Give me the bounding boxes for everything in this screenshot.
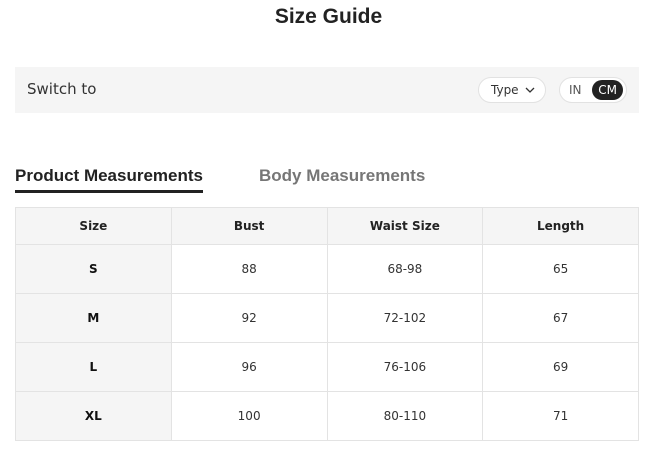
chevron-down-icon: [525, 87, 535, 93]
bust-cell: 92: [170, 293, 328, 343]
tab-body-measurements[interactable]: Body Measurements: [259, 166, 425, 186]
table-row: XL 100 80-110 71: [15, 391, 639, 441]
table-row: L 96 76-106 69: [15, 342, 639, 392]
switch-to-label: Switch to: [27, 80, 97, 98]
length-cell: 71: [482, 391, 639, 441]
table-row: S 88 68-98 65: [15, 244, 639, 294]
bust-cell: 96: [170, 342, 328, 392]
size-table: Size Bust Waist Size Length S 88 68-98 6…: [15, 207, 639, 441]
length-cell: 65: [482, 244, 639, 294]
size-cell: S: [15, 244, 172, 294]
header-bust: Bust: [170, 207, 328, 245]
waist-cell: 72-102: [326, 293, 484, 343]
header-size: Size: [15, 207, 172, 245]
size-cell: M: [15, 293, 172, 343]
size-guide-page: Size Guide Switch to Type IN CM Product …: [0, 0, 657, 453]
table-header-row: Size Bust Waist Size Length: [15, 207, 639, 245]
bust-cell: 88: [170, 244, 328, 294]
waist-cell: 80-110: [326, 391, 484, 441]
waist-cell: 68-98: [326, 244, 484, 294]
length-cell: 69: [482, 342, 639, 392]
waist-cell: 76-106: [326, 342, 484, 392]
unit-switch-bar: Switch to Type IN CM: [15, 67, 639, 113]
tab-product-measurements[interactable]: Product Measurements: [15, 166, 203, 193]
size-cell: L: [15, 342, 172, 392]
header-length: Length: [482, 207, 639, 245]
bust-cell: 100: [170, 391, 328, 441]
type-select[interactable]: Type: [478, 77, 546, 103]
table-row: M 92 72-102 67: [15, 293, 639, 343]
type-select-label: Type: [491, 83, 519, 97]
page-title: Size Guide: [274, 5, 383, 28]
unit-cm-option[interactable]: CM: [592, 80, 623, 100]
unit-toggle: IN CM: [559, 77, 627, 103]
length-cell: 67: [482, 293, 639, 343]
size-cell: XL: [15, 391, 172, 441]
unit-in-option[interactable]: IN: [569, 83, 592, 97]
header-waist-size: Waist Size: [326, 207, 484, 245]
